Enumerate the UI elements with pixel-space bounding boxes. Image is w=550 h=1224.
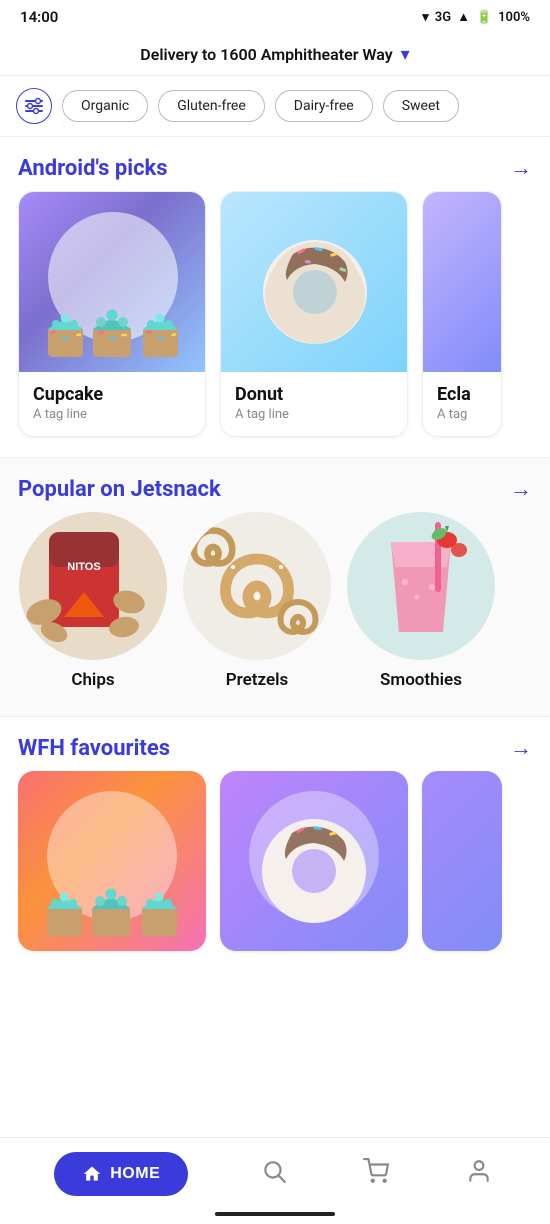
cupcake-card-name: Cupcake (33, 384, 191, 405)
cupcake-card-image (19, 192, 206, 372)
signal-icon: ▲ (457, 9, 470, 25)
cart-button[interactable] (359, 1154, 393, 1195)
pretzels-circle (183, 512, 331, 660)
chips-circle: NITOS (19, 512, 167, 660)
delivery-address: Delivery to 1600 Amphitheater Way (140, 45, 392, 64)
status-time: 14:00 (20, 8, 58, 26)
popular-section-header: Popular on Jetsnack → (0, 458, 550, 512)
pick-card-cupcake[interactable]: Cupcake A tag line (18, 191, 206, 437)
wfh-cards (0, 771, 550, 1071)
smoothies-label: Smoothies (380, 670, 462, 690)
donut-card-info: Donut A tag line (221, 372, 407, 436)
bottom-nav: HOME (0, 1137, 550, 1224)
battery-label: 100% (498, 10, 530, 25)
eclair-card-info: Ecla A tag (423, 372, 501, 436)
wfh-donut-illustration (254, 811, 374, 931)
filter-button[interactable] (16, 88, 52, 124)
wifi-icon: ▾ (422, 10, 429, 25)
filter-bar: Organic Gluten-free Dairy-free Sweet (0, 76, 550, 137)
status-bar: 14:00 ▾ 3G ▲ 🔋 100% (0, 0, 550, 34)
donut-card-tagline: A tag line (235, 407, 393, 422)
cupcake-illustration (38, 262, 188, 372)
wfh-section-header: WFH favourites → (0, 717, 550, 771)
wfh-section-title: WFH favourites (18, 736, 170, 761)
filter-icon (24, 96, 44, 116)
pick-card-donut[interactable]: Donut A tag line (220, 191, 408, 437)
search-icon (261, 1158, 287, 1184)
filter-chip-dairy-free[interactable]: Dairy-free (275, 90, 373, 122)
eclair-card-tagline: A tag (437, 407, 487, 422)
pretzels-illustration (183, 512, 331, 660)
network-label: 3G (435, 10, 451, 25)
home-icon (82, 1164, 102, 1184)
smoothies-circle (347, 512, 495, 660)
wfh-eclair-image (422, 771, 502, 951)
popular-item-chips[interactable]: NITOS Chips (18, 512, 168, 690)
android-picks-title: Android's picks (18, 156, 168, 181)
chevron-down-icon: ▾ (401, 44, 410, 65)
popular-section: Popular on Jetsnack → NITOS Chip (0, 457, 550, 717)
wfh-card-cupcake[interactable] (18, 771, 206, 951)
chips-label: Chips (71, 670, 114, 690)
smoothies-illustration (347, 512, 495, 660)
wfh-card-donut[interactable] (220, 771, 408, 951)
wfh-section-arrow[interactable]: → (510, 735, 532, 761)
home-button[interactable]: HOME (54, 1152, 188, 1196)
cupcake-card-info: Cupcake A tag line (19, 372, 205, 436)
filter-chip-sweet[interactable]: Sweet (383, 90, 459, 122)
popular-item-smoothies[interactable]: Smoothies (346, 512, 496, 690)
android-picks-header: Android's picks → (0, 137, 550, 191)
popular-section-arrow[interactable]: → (510, 476, 532, 502)
popular-item-pretzels[interactable]: Pretzels (182, 512, 332, 690)
profile-button[interactable] (462, 1154, 496, 1195)
android-picks-cards: Cupcake A tag line (0, 191, 550, 457)
donut-illustration (255, 232, 375, 352)
wfh-cupcake-illustration (37, 841, 187, 951)
wfh-section: WFH favourites → (0, 717, 550, 1071)
cart-icon (363, 1158, 389, 1184)
popular-items: NITOS Chips (0, 512, 550, 706)
status-icons: ▾ 3G ▲ 🔋 100% (422, 9, 530, 25)
wfh-card-eclair[interactable] (422, 771, 502, 951)
home-label: HOME (110, 1165, 160, 1183)
battery-icon: 🔋 (476, 10, 492, 25)
pretzels-label: Pretzels (226, 670, 289, 690)
bottom-indicator (215, 1212, 335, 1216)
eclair-card-image (423, 192, 502, 372)
search-button[interactable] (257, 1154, 291, 1195)
donut-card-name: Donut (235, 384, 393, 405)
chips-illustration: NITOS (19, 512, 167, 660)
android-picks-arrow[interactable]: → (510, 155, 532, 181)
delivery-header[interactable]: Delivery to 1600 Amphitheater Way ▾ (0, 34, 550, 76)
eclair-card-name: Ecla (437, 384, 487, 405)
pick-card-eclair[interactable]: Ecla A tag (422, 191, 502, 437)
wfh-cupcake-image (18, 771, 206, 951)
wfh-donut-image (220, 771, 408, 951)
cupcake-card-tagline: A tag line (33, 407, 191, 422)
filter-chip-organic[interactable]: Organic (62, 90, 148, 122)
profile-icon (466, 1158, 492, 1184)
svg-text:NITOS: NITOS (67, 561, 100, 573)
donut-card-image (221, 192, 408, 372)
filter-chip-gluten-free[interactable]: Gluten-free (158, 90, 265, 122)
popular-section-title: Popular on Jetsnack (18, 477, 221, 502)
